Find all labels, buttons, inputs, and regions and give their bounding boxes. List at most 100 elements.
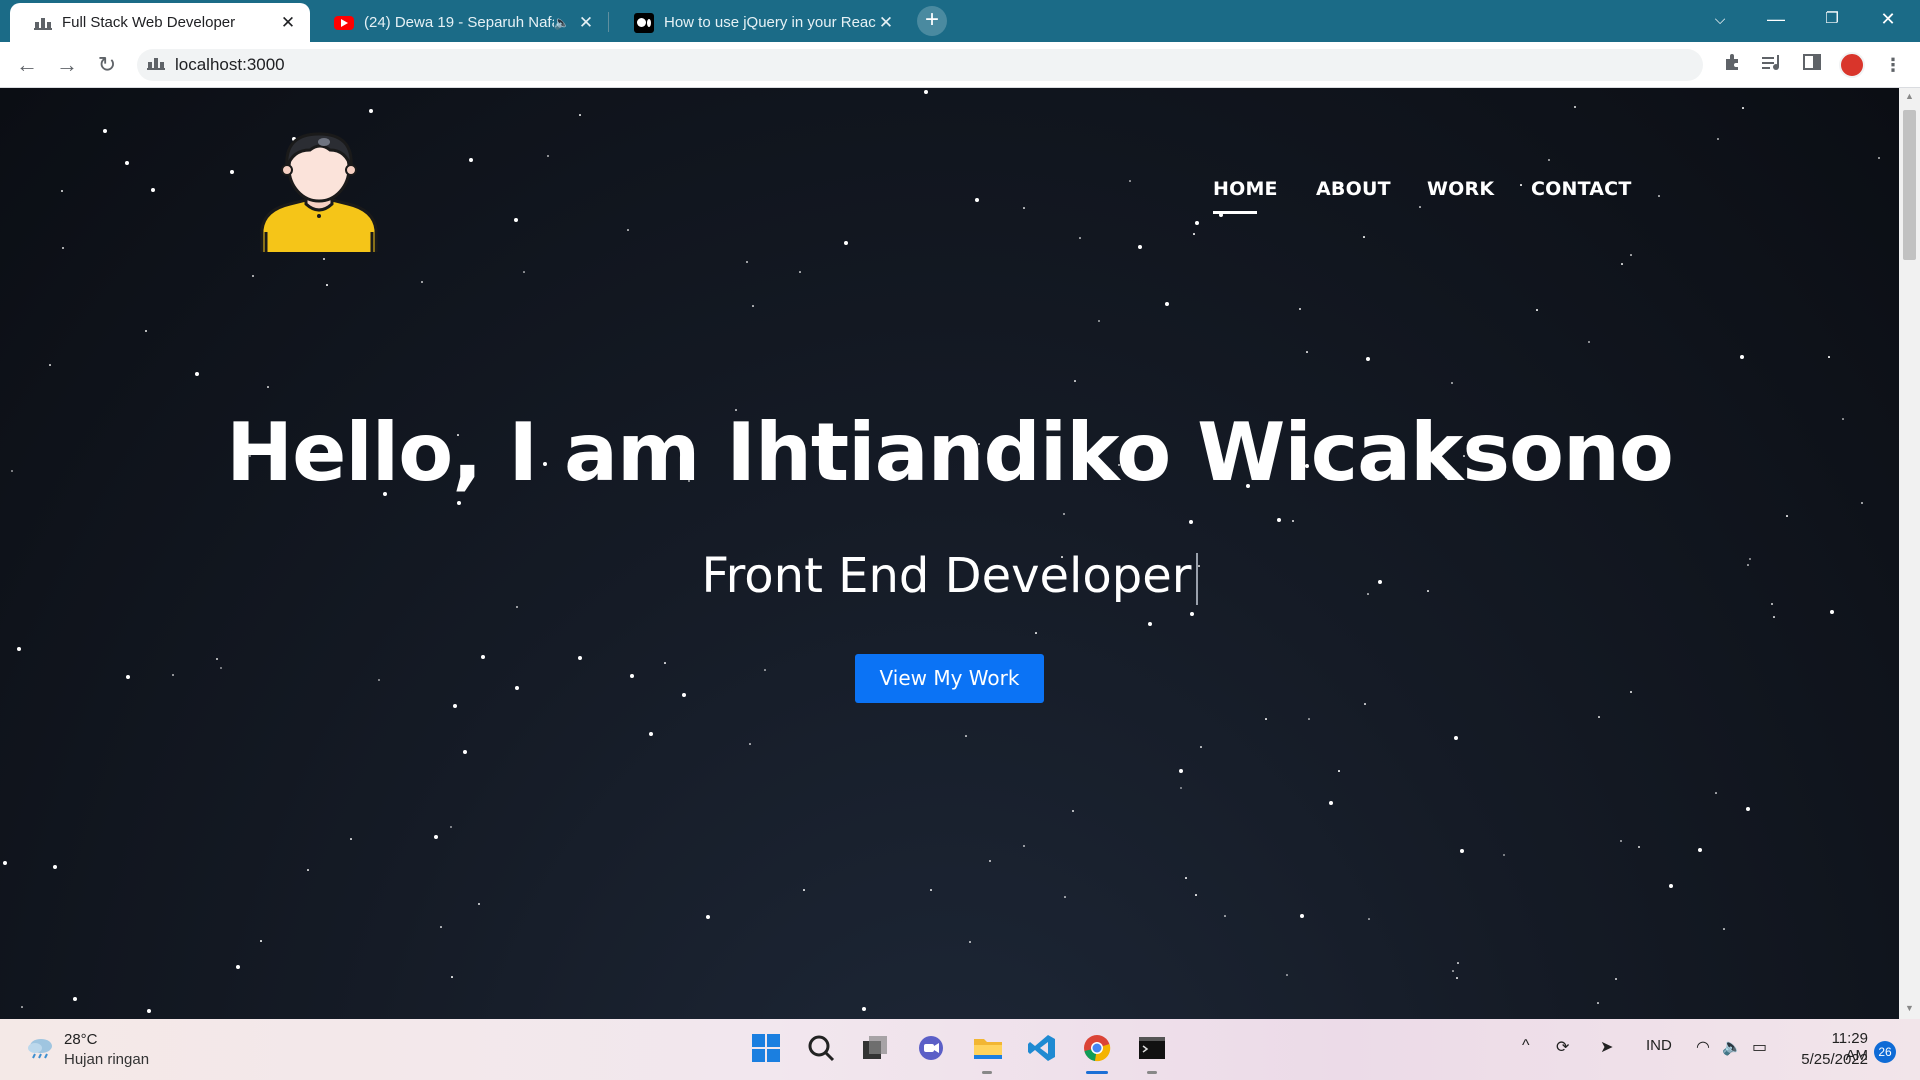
chevron-up-icon[interactable]: ^	[1522, 1037, 1530, 1055]
close-window-icon[interactable]: ✕	[1860, 0, 1916, 42]
teams-chat-icon[interactable]	[916, 1033, 948, 1065]
star	[547, 155, 549, 157]
avatar-person-icon[interactable]	[260, 128, 378, 252]
tab-full-stack[interactable]: Full Stack Web Developer ✕	[10, 3, 310, 42]
url-text: localhost:3000	[175, 55, 285, 74]
star	[1292, 520, 1294, 522]
scroll-up-arrow-icon[interactable]: ▲	[1903, 91, 1916, 101]
star	[450, 826, 452, 828]
star	[378, 679, 380, 681]
close-icon[interactable]: ✕	[876, 13, 896, 33]
medium-icon	[634, 12, 654, 33]
profile-avatar[interactable]	[1839, 52, 1865, 78]
address-bar[interactable]: localhost:3000	[137, 49, 1703, 81]
star	[451, 976, 453, 978]
tab-title: (24) Dewa 19 - Separuh Nafas	[364, 14, 554, 31]
menu-kebab-icon[interactable]: ⋮	[1880, 52, 1906, 78]
forward-arrow-icon[interactable]: →	[52, 50, 82, 80]
weather-temperature[interactable]: 28°C	[64, 1031, 98, 1048]
rain-cloud-icon[interactable]	[26, 1037, 54, 1059]
star	[145, 330, 147, 332]
windows-start-icon[interactable]	[751, 1033, 783, 1065]
view-my-work-button[interactable]: View My Work	[855, 654, 1044, 703]
star	[252, 275, 254, 277]
nav-active-indicator	[1213, 211, 1257, 214]
star	[1023, 845, 1025, 847]
tab-medium[interactable]: How to use jQuery in your React ✕	[610, 3, 908, 42]
close-icon[interactable]: ✕	[576, 13, 596, 33]
nav-about[interactable]: ABOUT	[1316, 178, 1391, 200]
star	[3, 861, 7, 865]
star	[125, 161, 129, 165]
chrome-icon[interactable]	[1082, 1033, 1114, 1065]
typing-caret	[1195, 553, 1198, 605]
star	[579, 114, 581, 116]
hero-subtitle: Front End Developer	[701, 548, 1192, 604]
star	[1023, 207, 1025, 209]
star	[1717, 138, 1719, 140]
close-icon[interactable]: ✕	[278, 13, 298, 33]
tab-search-icon[interactable]: ⌵	[1692, 0, 1748, 42]
nav-contact[interactable]: CONTACT	[1531, 178, 1632, 200]
nav-work[interactable]: WORK	[1427, 178, 1494, 200]
star	[73, 997, 77, 1001]
minimize-icon[interactable]: —	[1748, 0, 1804, 42]
star	[752, 305, 754, 307]
clock-date[interactable]: 5/25/2022	[1796, 1051, 1868, 1068]
star	[469, 158, 473, 162]
file-explorer-icon[interactable]	[972, 1033, 1004, 1065]
vscode-icon[interactable]	[1027, 1033, 1059, 1065]
back-arrow-icon[interactable]: ←	[12, 50, 42, 80]
vertical-scrollbar[interactable]: ▲ ▼	[1899, 88, 1920, 1019]
wifi-icon[interactable]: ◠	[1696, 1037, 1710, 1057]
star	[1574, 106, 1576, 108]
notification-badge[interactable]: 26	[1874, 1041, 1896, 1063]
language-indicator[interactable]: IND	[1646, 1037, 1672, 1054]
star	[1598, 716, 1600, 718]
side-panel-icon[interactable]	[1799, 52, 1825, 78]
star	[749, 743, 751, 745]
tab-youtube[interactable]: (24) Dewa 19 - Separuh Nafas 🔈 ✕	[310, 3, 608, 42]
star	[478, 903, 480, 905]
star	[1548, 159, 1550, 161]
site-info-icon[interactable]	[147, 55, 165, 76]
reload-icon[interactable]: ↻	[92, 50, 122, 80]
scrollbar-thumb[interactable]	[1903, 110, 1916, 260]
extensions-icon[interactable]	[1719, 52, 1745, 78]
star	[1658, 195, 1660, 197]
globe-icon	[34, 14, 52, 32]
speaker-icon[interactable]: 🔈	[554, 15, 570, 31]
star	[1185, 877, 1187, 879]
task-view-icon[interactable]	[860, 1033, 892, 1065]
restore-icon[interactable]: ❐	[1804, 0, 1860, 42]
star	[440, 926, 442, 928]
star	[1638, 846, 1640, 848]
star	[1861, 502, 1863, 504]
nav-home[interactable]: HOME	[1213, 178, 1278, 200]
star	[1265, 718, 1267, 720]
star	[930, 889, 932, 891]
location-icon[interactable]: ➤	[1600, 1037, 1613, 1057]
running-indicator	[1147, 1071, 1157, 1074]
star	[862, 1007, 866, 1011]
star	[1715, 792, 1717, 794]
star	[1338, 770, 1340, 772]
new-tab-button[interactable]: +	[917, 6, 947, 36]
star	[1224, 915, 1226, 917]
volume-icon[interactable]: 🔈	[1722, 1037, 1742, 1057]
star	[1830, 610, 1834, 614]
star	[764, 669, 766, 671]
hero-title: Hello, I am Ihtiandiko Wicaksono	[226, 406, 1674, 499]
battery-icon[interactable]: ▭	[1752, 1037, 1767, 1057]
star	[1300, 914, 1304, 918]
search-icon[interactable]	[806, 1033, 838, 1065]
star	[1363, 236, 1365, 238]
star	[267, 386, 269, 388]
scroll-down-arrow-icon[interactable]: ▼	[1903, 1003, 1916, 1013]
terminal-icon[interactable]	[1137, 1033, 1169, 1065]
star	[481, 655, 485, 659]
sync-icon[interactable]: ⟳	[1556, 1037, 1569, 1057]
weather-description[interactable]: Hujan ringan	[64, 1051, 149, 1068]
media-queue-icon[interactable]	[1759, 52, 1785, 78]
star	[1180, 787, 1182, 789]
